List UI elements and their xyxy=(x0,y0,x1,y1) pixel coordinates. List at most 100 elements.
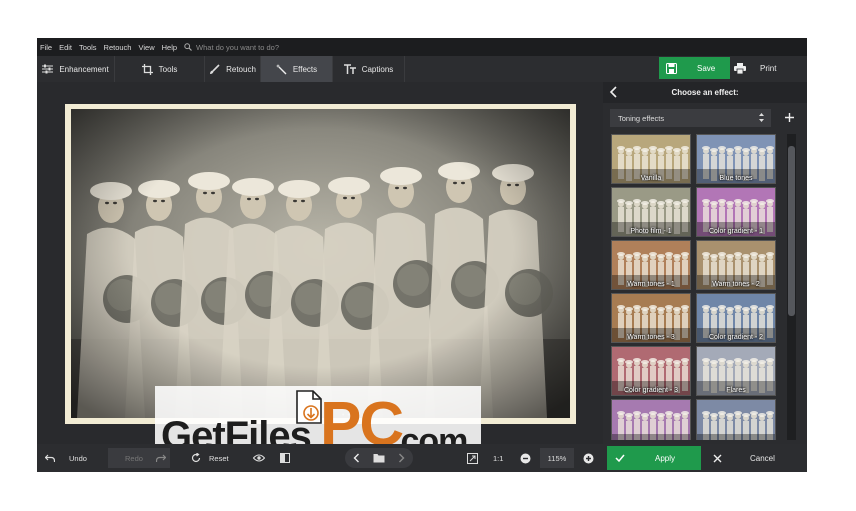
zoom-in-button[interactable] xyxy=(583,444,594,472)
compare-icon xyxy=(280,453,290,463)
apply-button[interactable]: Apply xyxy=(607,446,701,470)
reset-label: Reset xyxy=(209,453,229,463)
print-label: Print xyxy=(760,63,777,73)
save-button[interactable]: Save xyxy=(659,57,730,79)
effect-label: Color gradient - 2 xyxy=(708,334,764,341)
redo-label: Redo xyxy=(125,453,143,463)
ratio-label: 1:1 xyxy=(493,453,504,463)
tab-enhancement-label: Enhancement xyxy=(59,64,109,74)
undo-icon xyxy=(45,454,55,462)
zoom-out-button[interactable] xyxy=(520,444,531,472)
menu-retouch[interactable]: Retouch xyxy=(104,43,132,52)
effect-thumbnail[interactable]: Flares xyxy=(696,346,776,396)
photo-illustration xyxy=(71,109,570,418)
effect-thumbnail[interactable]: Warm tones - 3 xyxy=(611,293,691,343)
menu-edit[interactable]: Edit xyxy=(59,43,72,52)
chevron-left-icon[interactable] xyxy=(609,86,619,98)
effect-label: Vanilla xyxy=(640,175,662,182)
checkmark-icon xyxy=(615,454,625,462)
effect-thumbnail[interactable] xyxy=(696,399,776,440)
crop-icon xyxy=(141,63,153,75)
up-down-arrows-icon xyxy=(759,113,764,122)
tab-effects[interactable]: Effects xyxy=(261,56,333,82)
cancel-label: Cancel xyxy=(750,453,775,463)
actual-size-button[interactable]: 1:1 xyxy=(493,444,503,472)
save-label: Save xyxy=(697,63,716,73)
tab-retouch-label: Retouch xyxy=(226,64,256,74)
effect-label: Blue tones xyxy=(719,175,753,182)
floppy-disk-icon xyxy=(666,62,677,74)
effect-category-value: Toning effects xyxy=(618,113,665,123)
effects-grid: Vanilla Blue tones Photo film - 1 Color gra… xyxy=(611,134,781,440)
effect-thumbnail[interactable]: Vanilla xyxy=(611,134,691,184)
effect-thumbnail[interactable]: Color gradient - 1 xyxy=(696,187,776,237)
effect-thumbnail[interactable]: Color gradient - 2 xyxy=(696,293,776,343)
effect-label: Photo film - 1 xyxy=(630,228,672,235)
reset-button[interactable]: Reset xyxy=(191,444,229,472)
bottom-bar: Undo Redo Reset 1:1 115% Apply Cancel xyxy=(37,444,807,472)
effect-thumbnail[interactable]: Warm tones - 1 xyxy=(611,240,691,290)
effect-thumbnail[interactable]: Color gradient - 3 xyxy=(611,346,691,396)
effect-category-select[interactable]: Toning effects xyxy=(610,109,771,127)
panel-scrollbar[interactable] xyxy=(787,134,796,440)
effect-thumbnail[interactable]: Warm tones - 2 xyxy=(696,240,776,290)
effect-label: Flares xyxy=(726,387,746,394)
effect-label: Warm tones - 3 xyxy=(627,334,675,341)
search-placeholder: What do you want to do? xyxy=(196,42,280,52)
effect-preview-image xyxy=(612,411,690,440)
next-image-icon[interactable] xyxy=(398,453,405,463)
menu-view[interactable]: View xyxy=(138,43,154,52)
cancel-button[interactable]: Cancel xyxy=(707,446,801,470)
tab-tools-label: Tools xyxy=(158,64,178,74)
tab-effects-label: Effects xyxy=(292,64,318,74)
redo-button[interactable]: Redo xyxy=(108,448,170,468)
effect-thumbnail[interactable]: Photo film - 1 xyxy=(611,187,691,237)
menu-bar: File Edit Tools Retouch View Help What d… xyxy=(37,38,807,56)
photo-frame xyxy=(65,104,576,424)
menu-file[interactable]: File xyxy=(40,43,52,52)
tab-enhancement[interactable]: Enhancement xyxy=(37,56,115,82)
effect-preview-image xyxy=(697,411,775,440)
fit-screen-button[interactable] xyxy=(467,444,478,472)
menu-search[interactable]: What do you want to do? xyxy=(184,43,279,52)
tab-captions-label: Captions xyxy=(361,64,394,74)
plus-circle-icon xyxy=(583,453,594,463)
plus-icon xyxy=(784,113,794,122)
fit-screen-icon xyxy=(467,452,478,464)
menu-help[interactable]: Help xyxy=(162,43,177,52)
text-icon xyxy=(343,64,356,74)
effects-panel: Choose an effect: Toning effects Vanilla… xyxy=(603,82,807,444)
magic-wand-icon xyxy=(275,63,287,74)
effect-thumbnail[interactable] xyxy=(611,399,691,440)
printer-icon xyxy=(734,62,746,74)
brush-icon xyxy=(210,63,220,74)
effect-label: Color gradient - 1 xyxy=(708,228,764,235)
add-effect-button[interactable] xyxy=(780,109,798,127)
minus-circle-icon xyxy=(520,453,531,463)
tab-captions[interactable]: Captions xyxy=(333,56,405,82)
effect-thumbnail[interactable]: Blue tones xyxy=(696,134,776,184)
effect-label: Color gradient - 3 xyxy=(623,387,679,394)
zoom-level[interactable]: 115% xyxy=(540,448,574,468)
preview-toggle[interactable] xyxy=(253,444,265,472)
undo-button[interactable]: Undo xyxy=(45,444,87,472)
panel-title: Choose an effect: xyxy=(671,88,739,97)
menu-tools[interactable]: Tools xyxy=(79,43,97,52)
print-button[interactable]: Print xyxy=(734,57,794,79)
panel-header: Choose an effect: xyxy=(603,82,807,103)
tab-tools[interactable]: Tools xyxy=(115,56,205,82)
redo-icon xyxy=(156,454,166,462)
vintage-group-photo xyxy=(71,109,570,418)
image-canvas[interactable]: ••• GetFiles PC .com xyxy=(37,82,603,464)
sliders-icon xyxy=(42,64,54,74)
folder-icon[interactable] xyxy=(373,453,385,463)
tab-retouch[interactable]: Retouch xyxy=(205,56,261,82)
close-icon xyxy=(713,454,722,462)
toolbar: Enhancement Tools Retouch Effects Captio… xyxy=(37,56,807,82)
scrollbar-thumb[interactable] xyxy=(788,146,795,316)
reset-icon xyxy=(191,453,201,463)
effect-label: Warm tones - 2 xyxy=(712,281,760,288)
compare-toggle[interactable] xyxy=(280,444,290,472)
search-icon xyxy=(184,43,192,51)
previous-image-icon[interactable] xyxy=(353,453,360,463)
